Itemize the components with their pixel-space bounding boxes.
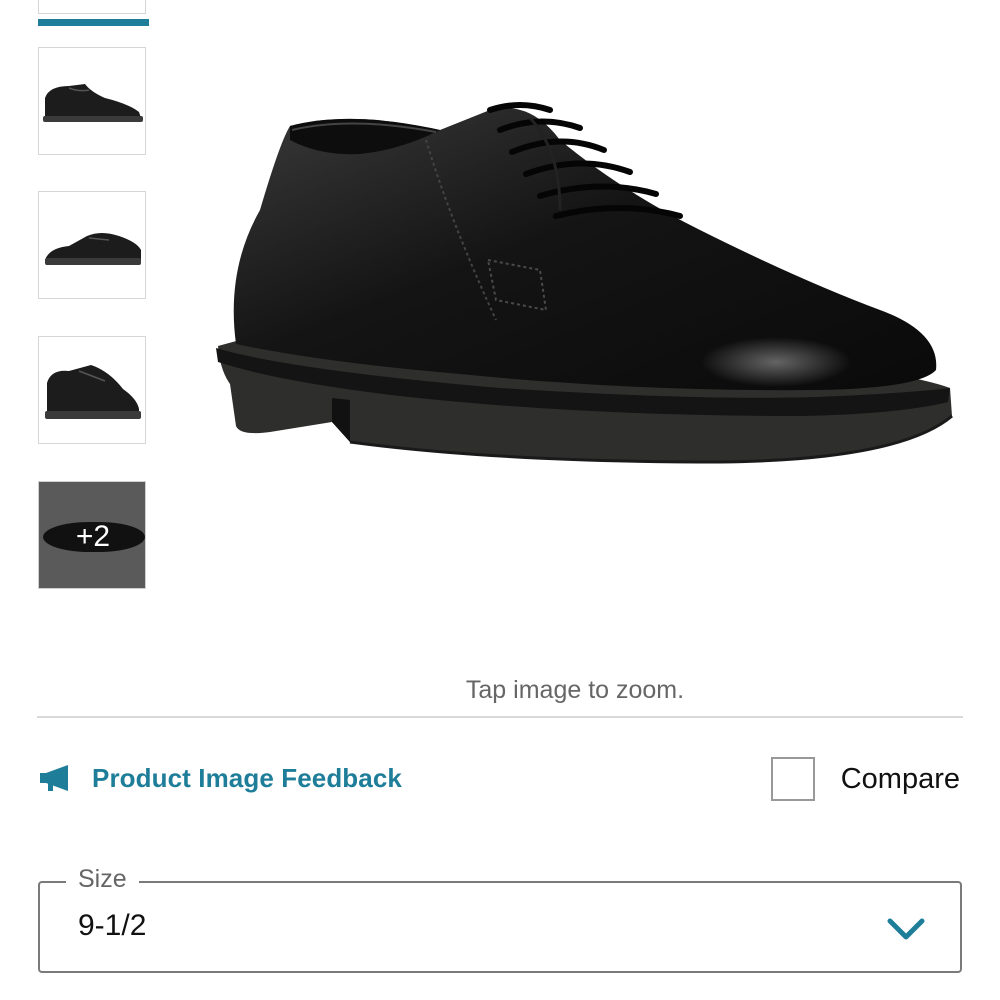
divider: [37, 716, 963, 718]
compare-checkbox[interactable]: [770, 757, 815, 801]
thumbnail-1[interactable]: [38, 47, 146, 155]
oxford-shoe-icon: [216, 102, 953, 464]
more-images-count: +2: [75, 520, 111, 553]
zoom-hint: Tap image to zoom.: [465, 676, 685, 704]
shoe-side-view-icon: [43, 84, 143, 122]
megaphone-icon: [40, 765, 68, 791]
shoe-back-angle-icon: [45, 365, 141, 419]
product-image-feedback-link[interactable]: Product Image Feedback: [38, 758, 402, 798]
chevron-down-icon: [887, 918, 925, 940]
thumbnail-active[interactable]: [38, 0, 146, 14]
thumbnail-more[interactable]: +2: [38, 481, 146, 589]
thumbnail-3[interactable]: [38, 336, 146, 444]
shoe-angle-view-icon: [45, 233, 141, 265]
active-thumbnail-indicator: [38, 19, 149, 26]
compare-toggle[interactable]: Compare: [770, 757, 960, 801]
thumbnail-2[interactable]: [38, 191, 146, 299]
main-product-image[interactable]: [200, 70, 970, 490]
compare-label: Compare: [840, 762, 960, 795]
size-select[interactable]: Size 9-1/2: [38, 865, 962, 973]
size-label: Size: [66, 865, 139, 894]
feedback-label: Product Image Feedback: [92, 762, 402, 793]
product-page: +2 Tap image to zoom. Product Image Feed…: [0, 0, 1000, 1000]
size-value: 9-1/2: [78, 909, 147, 942]
